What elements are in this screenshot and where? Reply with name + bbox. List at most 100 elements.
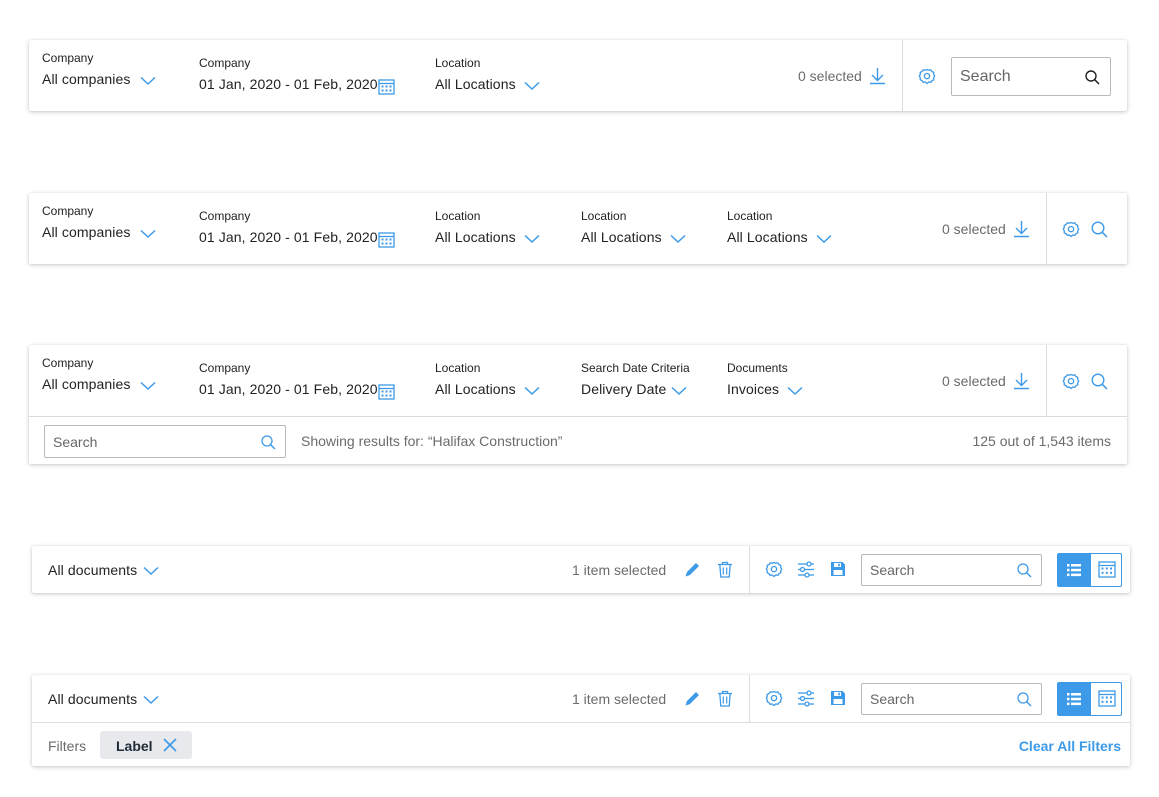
- calendar-icon[interactable]: [378, 78, 395, 95]
- trash-icon[interactable]: [717, 690, 733, 707]
- chevron-down-icon[interactable]: [140, 381, 156, 391]
- documents-filter[interactable]: Documents Invoices: [727, 361, 847, 401]
- list-view-button[interactable]: [1058, 554, 1090, 586]
- chevron-down-icon[interactable]: [671, 386, 687, 396]
- chevron-down-icon[interactable]: [524, 234, 540, 244]
- filter-bar-1: Company All companies Company 01 Jan, 20…: [29, 40, 1127, 111]
- company-filter[interactable]: Company All companies: [42, 356, 172, 396]
- filter-label: Location: [435, 56, 481, 70]
- document-toolbar-1: All documents 1 item selected: [32, 546, 1130, 593]
- gear-icon[interactable]: [918, 67, 936, 85]
- gear-icon[interactable]: [1062, 372, 1080, 390]
- search-input[interactable]: [870, 684, 1010, 714]
- filter-value: All companies: [42, 71, 131, 87]
- download-icon[interactable]: [1013, 372, 1030, 390]
- filter-label: Company: [199, 361, 251, 375]
- search-input[interactable]: [53, 426, 253, 457]
- close-icon[interactable]: [163, 738, 177, 752]
- filter-chip[interactable]: Label: [100, 731, 192, 759]
- calendar-icon[interactable]: [378, 231, 395, 248]
- filter-label: Company: [42, 356, 94, 370]
- gear-icon[interactable]: [765, 560, 783, 578]
- search-icon[interactable]: [1091, 221, 1108, 238]
- chevron-down-icon[interactable]: [787, 386, 803, 396]
- calendar-view-button[interactable]: [1090, 554, 1121, 586]
- filter-value: All Locations: [435, 381, 516, 397]
- selected-count: 0 selected: [942, 373, 1006, 389]
- filter-label: Company: [42, 204, 94, 218]
- search-field[interactable]: [861, 554, 1042, 586]
- search-field[interactable]: [44, 425, 286, 458]
- download-icon[interactable]: [1013, 220, 1030, 238]
- chevron-down-icon[interactable]: [816, 234, 832, 244]
- location-filter[interactable]: Location All Locations: [435, 361, 555, 401]
- calendar-icon[interactable]: [378, 383, 395, 400]
- chevron-down-icon[interactable]: [143, 695, 159, 705]
- divider: [1046, 193, 1047, 264]
- search-field[interactable]: [861, 683, 1042, 715]
- location-filter[interactable]: Location All Locations: [435, 56, 555, 96]
- filter-label: Location: [435, 361, 481, 375]
- location-filter[interactable]: Location All Locations: [581, 209, 701, 249]
- divider: [902, 40, 903, 111]
- calendar-view-button[interactable]: [1090, 683, 1121, 715]
- chevron-down-icon[interactable]: [670, 234, 686, 244]
- chevron-down-icon[interactable]: [524, 81, 540, 91]
- divider: [749, 546, 750, 593]
- date-range-filter[interactable]: Company 01 Jan, 2020 - 01 Feb, 2020: [199, 209, 399, 249]
- document-toolbar-2: All documents 1 item selected Filters La…: [32, 675, 1130, 766]
- dropdown-value: All documents: [48, 562, 138, 578]
- date-range-filter[interactable]: Company 01 Jan, 2020 - 01 Feb, 2020: [199, 361, 399, 401]
- location-filter[interactable]: Location All Locations: [435, 209, 555, 249]
- filter-bar-3: Company All companies Company 01 Jan, 20…: [29, 345, 1127, 464]
- filter-value: All Locations: [581, 229, 662, 245]
- selected-count: 0 selected: [798, 68, 862, 84]
- clear-all-filters-link[interactable]: Clear All Filters: [1019, 738, 1121, 754]
- company-filter[interactable]: Company All companies: [42, 51, 172, 91]
- location-filter[interactable]: Location All Locations: [727, 209, 847, 249]
- filter-value: All companies: [42, 224, 131, 240]
- view-toggle: [1057, 682, 1122, 716]
- search-icon[interactable]: [1017, 692, 1032, 707]
- filter-label: Location: [727, 209, 773, 223]
- selected-count: 0 selected: [942, 221, 1006, 237]
- pencil-icon[interactable]: [684, 561, 701, 578]
- search-icon[interactable]: [1091, 373, 1108, 390]
- company-filter[interactable]: Company All companies: [42, 204, 172, 244]
- pencil-icon[interactable]: [684, 690, 701, 707]
- trash-icon[interactable]: [717, 561, 733, 578]
- chevron-down-icon[interactable]: [524, 386, 540, 396]
- chevron-down-icon[interactable]: [140, 76, 156, 86]
- dropdown-value: All documents: [48, 691, 138, 707]
- list-view-button[interactable]: [1058, 683, 1090, 715]
- date-range-filter[interactable]: Company 01 Jan, 2020 - 01 Feb, 2020: [199, 56, 399, 96]
- filter-value: All companies: [42, 376, 131, 392]
- filter-label: Company: [42, 51, 94, 65]
- search-icon[interactable]: [1085, 70, 1100, 85]
- divider: [1046, 345, 1047, 416]
- gear-icon[interactable]: [765, 689, 783, 707]
- search-icon[interactable]: [1017, 563, 1032, 578]
- search-input[interactable]: [870, 555, 1010, 585]
- chevron-down-icon[interactable]: [140, 229, 156, 239]
- filter-label: Company: [199, 209, 251, 223]
- date-criteria-filter[interactable]: Search Date Criteria Delivery Date: [581, 361, 711, 401]
- filter-label: Documents: [727, 361, 788, 375]
- save-icon[interactable]: [830, 690, 846, 706]
- filter-value: All Locations: [435, 76, 516, 92]
- search-field[interactable]: [951, 57, 1111, 96]
- sliders-icon[interactable]: [797, 561, 815, 578]
- divider: [29, 416, 1127, 417]
- filter-value: 01 Jan, 2020 - 01 Feb, 2020: [199, 229, 378, 245]
- filter-bar-2: Company All companies Company 01 Jan, 20…: [29, 193, 1127, 264]
- save-icon[interactable]: [830, 561, 846, 577]
- search-icon[interactable]: [261, 435, 276, 450]
- documents-dropdown[interactable]: All documents: [48, 691, 168, 709]
- search-input[interactable]: [960, 58, 1080, 95]
- filter-value: Invoices: [727, 381, 780, 397]
- chevron-down-icon[interactable]: [143, 566, 159, 576]
- download-icon[interactable]: [869, 67, 886, 85]
- documents-dropdown[interactable]: All documents: [48, 562, 168, 580]
- sliders-icon[interactable]: [797, 690, 815, 707]
- gear-icon[interactable]: [1062, 220, 1080, 238]
